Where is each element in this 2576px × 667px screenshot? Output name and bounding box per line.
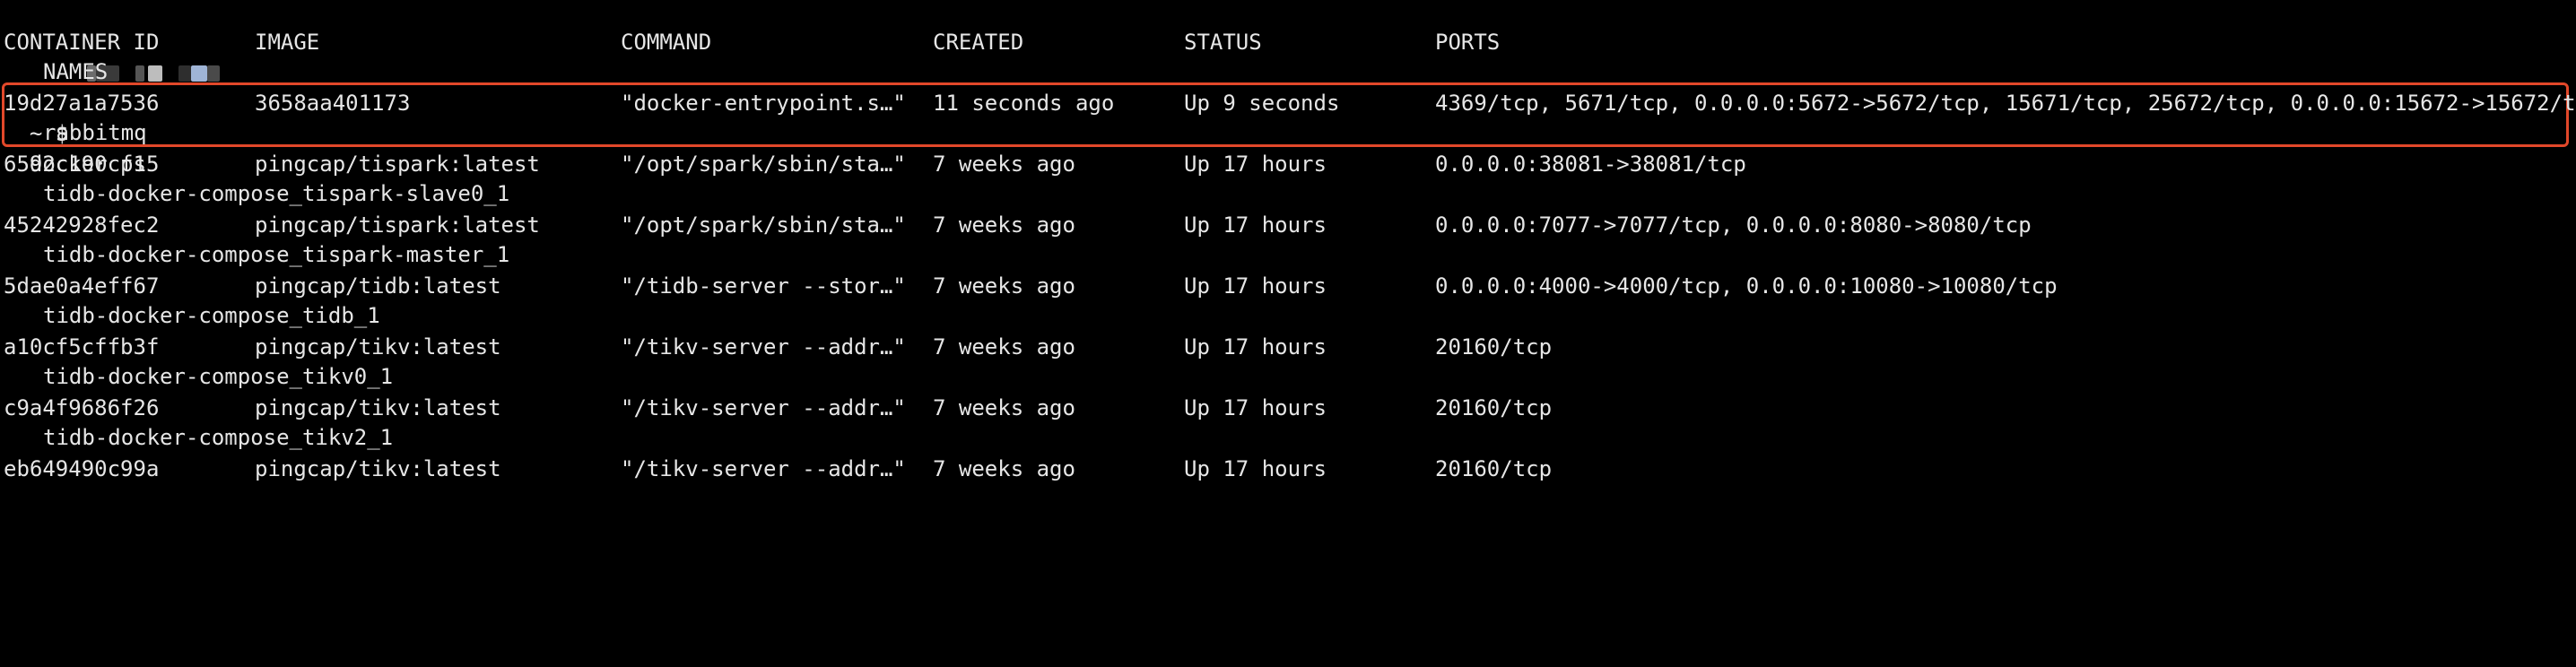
row-image: pingcap/tidb:latest [255, 273, 501, 299]
row-status: Up 17 hours [1184, 152, 1327, 177]
table-row-names: tidb-docker-compose_tikv0_1 [4, 361, 2569, 392]
header-container-id: CONTAINER ID [4, 30, 160, 55]
table-header: CONTAINER ID IMAGE COMMAND CREATED STATU… [4, 27, 2569, 57]
row-command: "/tikv-server --addr…" [621, 334, 906, 359]
row-status: Up 17 hours [1184, 456, 1327, 481]
row-image: pingcap/tikv:latest [255, 334, 501, 359]
row-container-id: 5dae0a4eff67 [4, 273, 160, 299]
row-image: pingcap/tikv:latest [255, 456, 501, 481]
row-names: rabbitmq [43, 120, 147, 145]
header-ports: PORTS [1435, 30, 1501, 55]
table-row-names: tidb-docker-compose_tikv2_1 [4, 422, 2569, 453]
table-row[interactable]: 5dae0a4eff67 pingcap/tidb:latest "/tidb-… [4, 271, 2569, 301]
row-command: "/opt/spark/sbin/sta…" [621, 152, 906, 177]
row-command: "/tikv-server --addr…" [621, 395, 906, 420]
row-container-id: 45242928fec2 [4, 212, 160, 238]
row-names: tidb-docker-compose_tispark-slave0_1 [43, 181, 510, 206]
row-command: "/opt/spark/sbin/sta…" [621, 212, 906, 238]
header-status: STATUS [1184, 30, 1262, 55]
table-row-names: rabbitmq [4, 117, 2569, 148]
row-status: Up 9 seconds [1184, 91, 1340, 116]
row-ports: 20160/tcp [1435, 395, 1553, 420]
row-image: pingcap/tikv:latest [255, 395, 501, 420]
header-created: CREATED [933, 30, 1024, 55]
row-status: Up 17 hours [1184, 212, 1327, 238]
row-ports: 0.0.0.0:7077->7077/tcp, 0.0.0.0:8080->80… [1435, 212, 2032, 238]
row-ports: 20160/tcp [1435, 334, 1553, 359]
row-names: tidb-docker-compose_tispark-master_1 [43, 242, 510, 267]
row-status: Up 17 hours [1184, 395, 1327, 420]
header-image: IMAGE [255, 30, 320, 55]
table-row[interactable]: a10cf5cffb3f pingcap/tikv:latest "/tikv-… [4, 332, 2569, 362]
table-row-names: tidb-docker-compose_tispark-slave0_1 [4, 178, 2569, 209]
row-container-id: 19d27a1a7536 [4, 91, 160, 116]
table-row-names: tidb-docker-compose_tidb_1 [4, 300, 2569, 331]
table-row[interactable]: c9a4f9686f26 pingcap/tikv:latest "/tikv-… [4, 393, 2569, 423]
prompt-line: ~ $ docker ps [4, 0, 2569, 177]
row-ports: 0.0.0.0:38081->38081/tcp [1435, 152, 1746, 177]
row-ports: 20160/tcp [1435, 456, 1553, 481]
table-row[interactable]: 45242928fec2 pingcap/tispark:latest "/op… [4, 210, 2569, 240]
row-command: "docker-entrypoint.s…" [621, 91, 906, 116]
row-container-id: a10cf5cffb3f [4, 334, 160, 359]
row-created: 7 weeks ago [933, 395, 1075, 420]
row-created: 7 weeks ago [933, 152, 1075, 177]
row-created: 7 weeks ago [933, 212, 1075, 238]
table-row[interactable]: 6592c190cf15 pingcap/tispark:latest "/op… [4, 149, 2569, 179]
row-image: pingcap/tispark:latest [255, 212, 540, 238]
row-created: 7 weeks ago [933, 273, 1075, 299]
row-command: "/tikv-server --addr…" [621, 456, 906, 481]
row-image: pingcap/tispark:latest [255, 152, 540, 177]
table-row-names: tidb-docker-compose_tispark-master_1 [4, 239, 2569, 270]
row-container-id: 6592c190cf15 [4, 152, 160, 177]
row-created: 7 weeks ago [933, 334, 1075, 359]
row-created: 11 seconds ago [933, 91, 1115, 116]
row-names: tidb-docker-compose_tikv2_1 [43, 425, 394, 450]
row-status: Up 17 hours [1184, 334, 1327, 359]
row-image: 3658aa401173 [255, 91, 411, 116]
row-names: tidb-docker-compose_tikv0_1 [43, 364, 394, 389]
header-command: COMMAND [621, 30, 712, 55]
row-created: 7 weeks ago [933, 456, 1075, 481]
row-names: tidb-docker-compose_tidb_1 [43, 303, 380, 328]
row-command: "/tidb-server --stor…" [621, 273, 906, 299]
row-container-id: eb649490c99a [4, 456, 160, 481]
row-ports: 4369/tcp, 5671/tcp, 0.0.0.0:5672->5672/t… [1435, 91, 2576, 116]
row-status: Up 17 hours [1184, 273, 1327, 299]
table-row[interactable]: 19d27a1a7536 3658aa401173 "docker-entryp… [4, 88, 2576, 118]
row-ports: 0.0.0.0:4000->4000/tcp, 0.0.0.0:10080->1… [1435, 273, 2058, 299]
table-row[interactable]: eb649490c99a pingcap/tikv:latest "/tikv-… [4, 454, 2569, 484]
row-container-id: c9a4f9686f26 [4, 395, 160, 420]
